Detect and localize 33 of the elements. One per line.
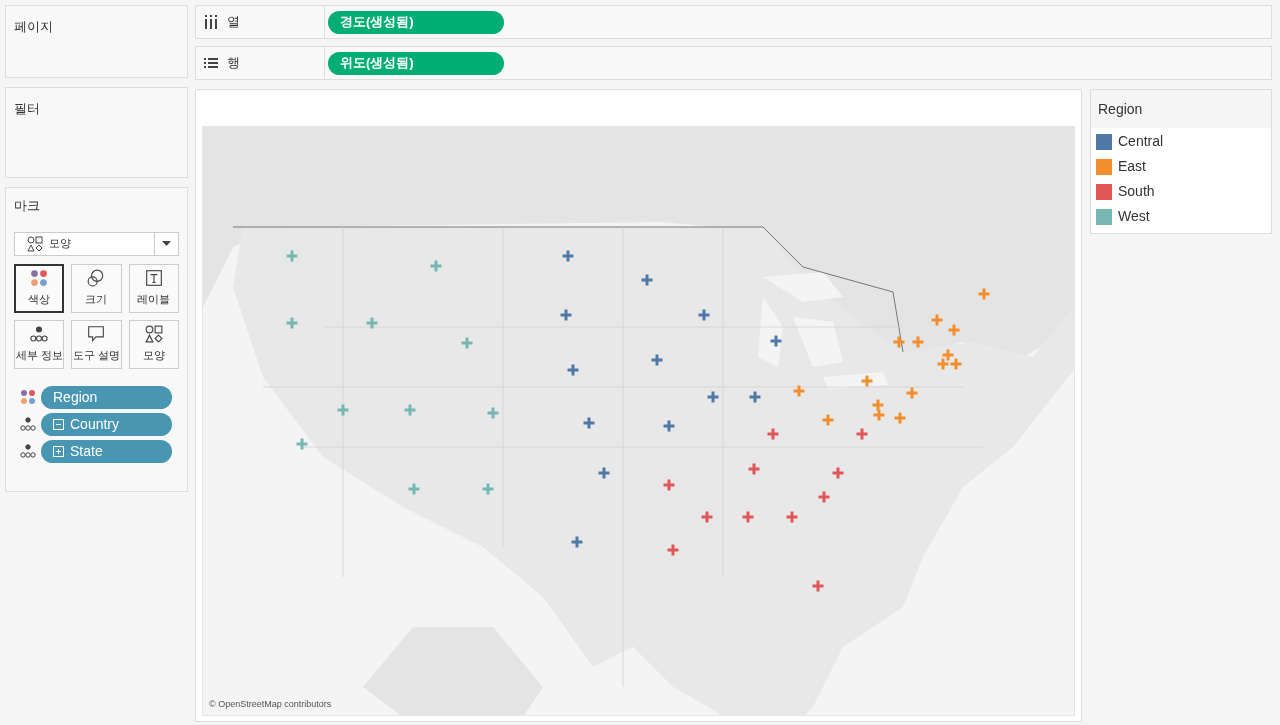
expand-icon[interactable] <box>53 445 64 457</box>
label-card[interactable]: 레이블 <box>128 263 179 313</box>
attribution-text: © OpenStreetMap contributors <box>209 697 332 711</box>
detail-card[interactable]: 세부 정보 <box>14 319 65 369</box>
shelf-label: 행 <box>227 54 240 73</box>
panel-title: 페이지 <box>14 19 53 34</box>
speech-bubble-icon <box>87 324 106 343</box>
legend-title: Region <box>1098 101 1143 117</box>
dots-icon <box>20 416 36 432</box>
dots-icon <box>30 324 49 343</box>
dots-icon <box>20 443 36 459</box>
shapes-icon <box>27 235 43 252</box>
circles-icon <box>87 268 106 287</box>
dropdown-arrow-icon <box>162 241 171 246</box>
color-card[interactable]: 색상 <box>14 263 65 313</box>
panel-title: 마크 <box>14 197 41 215</box>
shape-card[interactable]: 모양 <box>128 319 179 369</box>
mark-type-dropdown[interactable]: 모양 <box>14 231 179 256</box>
rows-icon <box>204 56 218 70</box>
legend-label: Central <box>1118 132 1164 151</box>
tooltip-card[interactable]: 도구 설명 <box>71 319 122 369</box>
shelf-label: 열 <box>227 13 240 32</box>
size-card[interactable]: 크기 <box>71 263 122 313</box>
panel-title: 필터 <box>14 101 40 116</box>
shapes-icon <box>144 324 163 343</box>
collapse-icon[interactable] <box>53 418 64 430</box>
colors-icon <box>30 268 49 287</box>
legend-label: West <box>1118 207 1150 226</box>
legend-label: South <box>1118 182 1155 201</box>
columns-icon <box>204 15 218 29</box>
text-icon <box>144 268 163 287</box>
legend-label: East <box>1118 157 1146 176</box>
colors-icon <box>20 389 36 405</box>
